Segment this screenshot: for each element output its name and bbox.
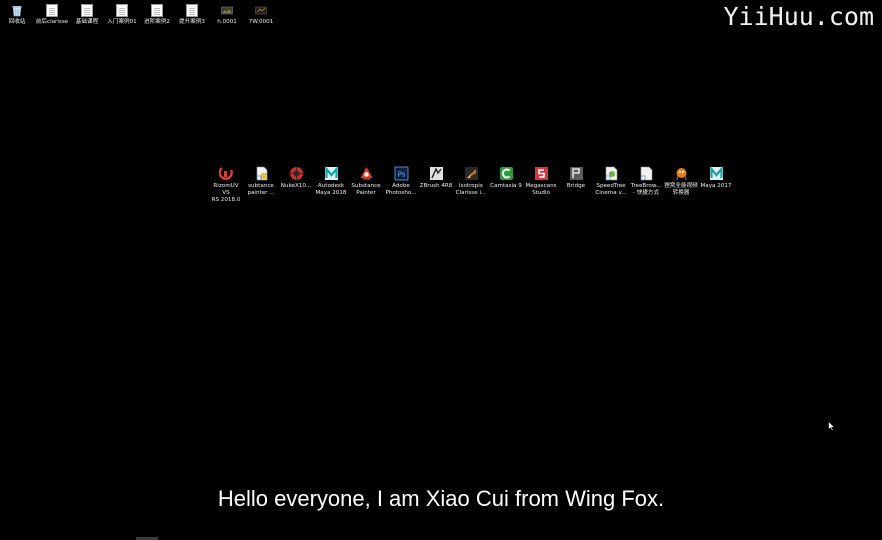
clarisse-icon (464, 167, 478, 180)
document-icon (151, 4, 163, 17)
image-thumbnail-icon (221, 6, 233, 15)
document-icon (81, 4, 93, 17)
substance-painter-icon (360, 167, 372, 180)
bridge-icon (569, 167, 583, 180)
desktop-icon-label: 入门案例01 (107, 19, 137, 25)
desktop-icon-label: Maya 2017 (700, 183, 732, 189)
mouse-cursor-icon (828, 421, 835, 431)
desktop-icon-speedtree[interactable]: SpeedTree Cinema v... (594, 166, 628, 197)
desktop-icon-label: ZBrush 4R8 (419, 183, 453, 189)
desktop-icon-nukex[interactable]: NukeX10... (279, 166, 313, 190)
video-subtitle: Hello everyone, I am Xiao Cui from Wing … (217, 486, 665, 511)
desktop-icon-label: Adobe Photosho... (385, 183, 417, 196)
recycle-bin-icon (12, 6, 22, 17)
desktop-icon-maya-2017[interactable]: Maya 2017 (699, 166, 733, 190)
maya-icon (324, 166, 338, 180)
desktop-icon-substance-shortcut[interactable]: subtance painter ... (244, 166, 278, 197)
desktop-icon-label: Autodesk Maya 2018 (315, 183, 347, 196)
desktop-icon-maya-2018[interactable]: Autodesk Maya 2018 (314, 166, 348, 197)
desktop-icon-label: NukeX10... (280, 183, 312, 189)
video-converter-icon (675, 168, 687, 181)
desktop-icon-file[interactable]: 提升案例3 (175, 4, 209, 26)
desktop-icon-label: Bridge (566, 183, 586, 189)
desktop-icon-substance-painter[interactable]: Substance Painter (349, 166, 383, 197)
photoshop-icon: Ps (394, 166, 408, 181)
desktop-icon-label: 回收站 (8, 19, 26, 25)
desktop-icon-label: Camtasia 9 (490, 183, 522, 189)
desktop-icon-bridge[interactable]: Bridge (559, 166, 593, 190)
desktop-icon-photoshop[interactable]: Ps Adobe Photosho... (384, 166, 418, 197)
desktop-icon-file[interactable]: 入门案例01 (105, 4, 139, 26)
desktop-icon-file[interactable]: 前后clarisse (35, 4, 69, 26)
rizomuv-icon (218, 167, 233, 180)
desktop: 回收站 前后clarisse 基础课程 入门案例01 进阶案例2 提升案例3 h… (0, 0, 882, 540)
desktop-icon-label: SpeedTree Cinema v... (595, 183, 627, 196)
desktop-icon-clarisse[interactable]: Isotropix Clarisse i... (454, 166, 488, 197)
desktop-icon-label: TreeBrow... - 快捷方式 (630, 183, 662, 196)
desktop-icon-file[interactable]: 基础课程 (70, 4, 104, 26)
desktop-icon-image[interactable]: h.0001 (210, 4, 244, 26)
svg-text:Ps: Ps (397, 171, 405, 179)
camtasia-icon (499, 167, 513, 180)
desktop-icon-treebrowser[interactable]: TreeBrow... - 快捷方式 (629, 166, 663, 197)
desktop-icon-label: 狸窝全能视频 转换器 (664, 183, 698, 196)
document-icon (116, 4, 128, 17)
shortcut-file-icon (256, 166, 267, 181)
document-icon (46, 4, 58, 17)
desktop-icon-label: 进阶案例2 (144, 19, 170, 25)
image-thumbnail-icon (255, 6, 267, 15)
desktop-icon-label: subtance painter ... (247, 183, 275, 196)
desktop-icon-label: Isotropix Clarisse i... (455, 183, 487, 196)
maya-icon (709, 166, 723, 180)
nuke-icon (289, 167, 303, 180)
desktop-icon-recycle-bin[interactable]: 回收站 (0, 4, 34, 26)
desktop-icon-label: 7W.0001 (248, 19, 274, 25)
desktop-icon-file[interactable]: 进阶案例2 (140, 4, 174, 26)
desktop-icon-megascans[interactable]: Megascans Studio (524, 166, 558, 197)
desktop-icon-label: Megascans Studio (525, 183, 557, 196)
document-icon (186, 4, 198, 17)
desktop-icon-zbrush[interactable]: ZBrush 4R8 (419, 166, 453, 190)
desktop-icon-label: 基础课程 (75, 19, 99, 25)
desktop-icon-label: h.0001 (217, 19, 237, 25)
zbrush-icon (429, 167, 443, 180)
desktop-icon-label: 前后clarisse (35, 19, 69, 25)
desktop-icon-rizomuv[interactable]: RizomUV VS RS 2018.0 (209, 166, 243, 204)
desktop-icon-label: 提升案例3 (179, 19, 205, 25)
desktop-icon-label: RizomUV VS RS 2018.0 (211, 183, 241, 203)
desktop-icon-image[interactable]: 7W.0001 (244, 4, 278, 26)
desktop-icon-camtasia[interactable]: Camtasia 9 (489, 166, 523, 190)
desktop-icon-label: Substance Painter (351, 183, 381, 196)
shortcut-file-icon (640, 166, 652, 181)
watermark-text: YiiHuu.com (723, 2, 874, 31)
speedtree-icon (605, 166, 617, 181)
desktop-icon-video-converter[interactable]: 狸窝全能视频 转换器 (664, 166, 698, 197)
megascans-icon (534, 167, 548, 180)
